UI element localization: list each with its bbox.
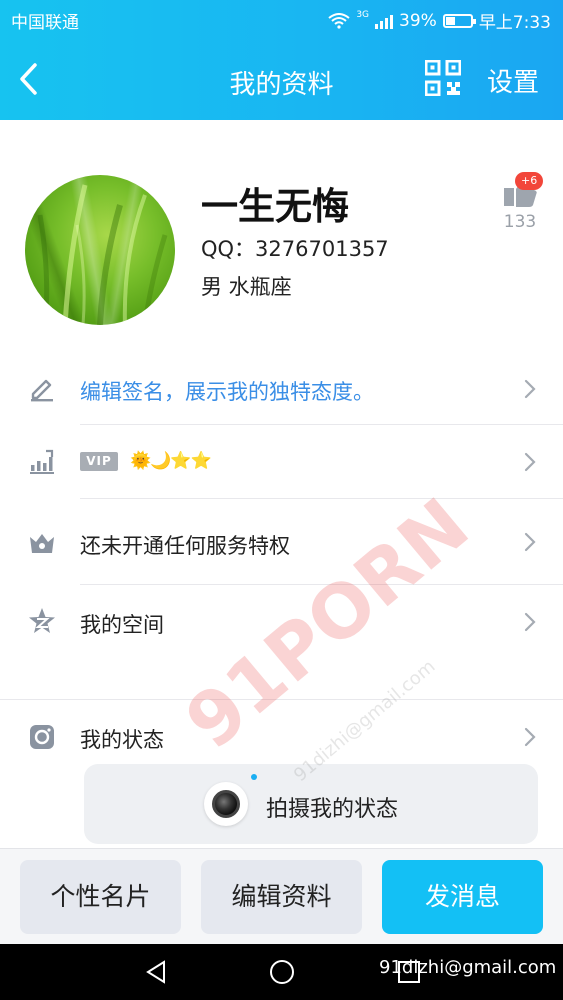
back-triangle-icon[interactable]: [142, 958, 170, 986]
pen-icon: [31, 379, 53, 402]
camera-icon: [204, 782, 248, 826]
recents-square-icon[interactable]: [395, 958, 423, 986]
avatar[interactable]: [25, 175, 175, 325]
level-icons: 🌞🌙⭐⭐: [130, 451, 212, 471]
send-message-button[interactable]: 发消息: [382, 860, 543, 934]
battery-icon: [442, 13, 476, 28]
chevron-right-icon: [524, 532, 536, 552]
level-chart-icon: [30, 449, 54, 474]
nav-header: 我的资料 设置: [0, 38, 563, 120]
vip-level-row[interactable]: VIP 🌞🌙⭐⭐: [0, 425, 563, 499]
qzone-star-icon: [29, 608, 55, 633]
profile-card-button[interactable]: 个性名片: [20, 860, 181, 934]
grass-image: [37, 184, 168, 325]
status-right: 3G 39% 早上7:33: [328, 8, 551, 33]
signal-icon: [375, 13, 394, 29]
privilege-row[interactable]: 还未开通任何服务特权: [0, 499, 563, 584]
like-badge: +6: [515, 172, 544, 190]
settings-button[interactable]: 设置: [487, 62, 539, 99]
vip-badge: VIP: [80, 452, 118, 471]
privilege-label: 还未开通任何服务特权: [80, 534, 290, 558]
chevron-right-icon: [524, 452, 536, 472]
signature-row[interactable]: 编辑签名，展示我的独特态度。: [0, 350, 563, 425]
capture-status-text: 拍摄我的状态: [266, 797, 399, 822]
status-bar: 中国联通 3G 39% 早上7:33: [0, 0, 563, 38]
capture-status-popup[interactable]: 拍摄我的状态: [84, 764, 538, 844]
camera-status-icon: [30, 725, 54, 749]
status-label: 我的状态: [80, 728, 164, 752]
network-type: 3G: [356, 9, 370, 20]
carrier-name: 中国联通: [11, 13, 79, 33]
qq-number: QQ：3276701357: [201, 237, 389, 261]
status-row[interactable]: 我的状态: [0, 700, 563, 772]
crown-icon: [30, 534, 54, 553]
chevron-right-icon: [524, 612, 536, 632]
signature-label: 编辑签名，展示我的独特态度。: [80, 380, 374, 404]
system-nav-bar: [0, 944, 563, 1000]
new-dot: [251, 774, 257, 780]
wifi-icon: [328, 12, 350, 29]
qzone-row[interactable]: 我的空间: [0, 585, 563, 660]
battery-percent: 39%: [399, 10, 437, 31]
like-count: 133: [503, 212, 537, 232]
page-title: 我的资料: [229, 70, 334, 100]
qr-code-icon[interactable]: [425, 60, 461, 96]
action-bar: 个性名片 编辑资料 发消息: [0, 848, 563, 944]
edit-profile-button[interactable]: 编辑资料: [201, 860, 362, 934]
nickname: 一生无悔: [201, 185, 349, 228]
home-circle-icon[interactable]: [268, 958, 296, 986]
gender-zodiac: 男 水瓶座: [201, 275, 292, 299]
clock: 早上7:33: [478, 13, 551, 33]
chevron-right-icon: [524, 727, 536, 747]
chevron-right-icon: [524, 379, 536, 399]
qzone-label: 我的空间: [80, 613, 164, 637]
